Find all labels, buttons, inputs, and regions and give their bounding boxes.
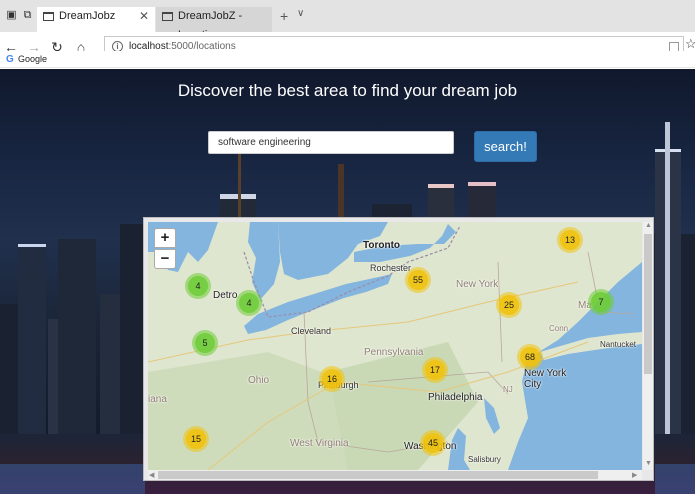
page-icon (162, 12, 173, 21)
job-search-input[interactable] (208, 131, 454, 154)
cluster-count: 15 (186, 429, 206, 449)
label-new-york-city: New York City (524, 368, 567, 390)
cluster-count: 4 (239, 293, 259, 313)
google-icon: G (6, 54, 14, 65)
cluster-count: 4 (188, 276, 208, 296)
label-conn: Conn (549, 324, 569, 333)
zoom-in-button[interactable]: + (154, 228, 176, 248)
job-cluster-marker[interactable]: 68 (517, 344, 543, 370)
job-cluster-marker[interactable]: 17 (422, 357, 448, 383)
label-new-york-state: New York (456, 279, 499, 290)
label-salisbury: Salisbury (468, 455, 501, 464)
tab-list-chevron-icon[interactable]: ∨ (297, 8, 304, 19)
cluster-count: 25 (499, 295, 519, 315)
label-ohio: Ohio (248, 375, 270, 386)
cluster-count: 17 (425, 360, 445, 380)
cluster-count: 5 (195, 333, 215, 353)
cluster-count: 7 (591, 292, 611, 312)
tab-dreamjobz[interactable]: DreamJobz ✕ (37, 7, 155, 32)
label-cleveland: Cleveland (291, 326, 332, 336)
scroll-down-arrow-icon[interactable]: ▼ (645, 460, 652, 467)
tab-preview-icon[interactable]: ⧉ (20, 8, 35, 22)
job-cluster-marker[interactable]: 4 (185, 273, 211, 299)
label-nantucket: Nantucket (600, 340, 637, 349)
vertical-scroll-thumb[interactable] (644, 234, 652, 374)
set-aside-tabs-icon[interactable]: ▣ (4, 8, 19, 22)
label-nj: NJ (503, 385, 513, 394)
new-tab-button[interactable]: + (280, 8, 288, 24)
job-cluster-marker[interactable]: 15 (183, 426, 209, 452)
label-rochester: Rochester (370, 263, 412, 273)
close-tab-icon[interactable]: ✕ (139, 7, 149, 26)
label-west-virginia: West Virginia (290, 438, 349, 449)
vertical-scrollbar[interactable]: ▲ ▼ (643, 222, 653, 470)
tab-locations[interactable]: DreamJobZ - Locations (156, 7, 272, 41)
horizontal-scroll-thumb[interactable] (158, 471, 598, 479)
cluster-count: 68 (520, 347, 540, 367)
label-detroit: Detro (213, 290, 238, 301)
tab-bar: ▣ ⧉ DreamJobz ✕ DreamJobZ - Locations + … (0, 0, 695, 41)
label-pennsylvania: Pennsylvania (364, 347, 424, 358)
label-indiana: iana (148, 394, 167, 405)
job-cluster-marker[interactable]: 5 (192, 330, 218, 356)
job-cluster-marker[interactable]: 45 (420, 430, 446, 456)
tab-title: DreamJobz (59, 10, 116, 22)
jobs-map[interactable]: Toronto Rochester Detro Cleveland Pennsy… (148, 222, 642, 470)
cluster-count: 13 (560, 230, 580, 250)
job-cluster-marker[interactable]: 13 (557, 227, 583, 253)
cluster-count: 45 (423, 433, 443, 453)
job-cluster-marker[interactable]: 4 (236, 290, 262, 316)
favorite-google-link[interactable]: Google (18, 54, 47, 64)
page-headline: Discover the best area to find your drea… (177, 81, 518, 100)
favorite-star-icon[interactable]: ☆ (685, 36, 695, 52)
job-cluster-marker[interactable]: 25 (496, 292, 522, 318)
favorites-bar: G Google (0, 51, 695, 68)
job-cluster-marker[interactable]: 7 (588, 289, 614, 315)
zoom-out-button[interactable]: − (154, 249, 176, 269)
scroll-left-arrow-icon[interactable]: ◀ (149, 471, 154, 479)
cluster-count: 55 (408, 270, 428, 290)
job-cluster-marker[interactable]: 55 (405, 267, 431, 293)
page-icon (43, 12, 54, 21)
search-button[interactable]: search! (474, 131, 537, 162)
horizontal-scrollbar[interactable]: ◀ ▶ (148, 470, 642, 480)
cluster-count: 16 (322, 369, 342, 389)
map-container: Toronto Rochester Detro Cleveland Pennsy… (143, 217, 654, 481)
scroll-right-arrow-icon[interactable]: ▶ (632, 471, 637, 479)
map-base-layer (148, 222, 642, 470)
label-philadelphia: Philadelphia (428, 392, 483, 403)
label-toronto: Toronto (363, 240, 401, 251)
scroll-up-arrow-icon[interactable]: ▲ (645, 222, 652, 229)
job-cluster-marker[interactable]: 16 (319, 366, 345, 392)
